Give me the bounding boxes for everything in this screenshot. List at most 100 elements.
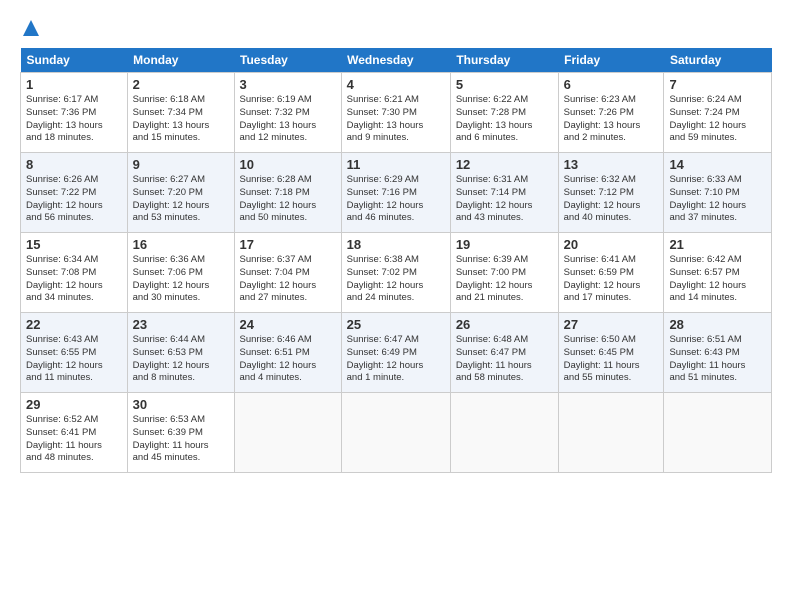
calendar-cell: 15 Sunrise: 6:34 AMSunset: 7:08 PMDayligh…: [21, 233, 128, 313]
calendar-cell: 4 Sunrise: 6:21 AMSunset: 7:30 PMDaylight…: [341, 73, 450, 153]
day-info: Sunrise: 6:27 AMSunset: 7:20 PMDaylight:…: [133, 174, 229, 225]
calendar-cell: 12Sunrise: 6:31 AMSunset: 7:14 PMDayligh…: [450, 153, 558, 233]
calendar-cell: 2 Sunrise: 6:18 AMSunset: 7:34 PMDaylight…: [127, 73, 234, 153]
calendar-cell: 3Sunrise: 6:19 AMSunset: 7:32 PMDaylight…: [234, 73, 341, 153]
calendar-cell: [450, 393, 558, 473]
day-info: Sunrise: 6:50 AMSunset: 6:45 PMDaylight:…: [564, 334, 659, 385]
calendar-header-saturday: Saturday: [664, 48, 772, 73]
day-info: Sunrise: 6:19 AMSunset: 7:32 PMDaylight:…: [240, 94, 336, 145]
calendar-week-2: 8 Sunrise: 6:26 AMSunset: 7:22 PMDaylight…: [21, 153, 772, 233]
page: SundayMondayTuesdayWednesdayThursdayFrid…: [0, 0, 792, 485]
day-number: 18: [347, 237, 445, 252]
day-number: 16: [133, 237, 229, 252]
calendar-cell: 1 Sunrise: 6:17 AMSunset: 7:36 PMDaylight…: [21, 73, 128, 153]
day-info: Sunrise: 6:23 AMSunset: 7:26 PMDaylight:…: [564, 94, 659, 145]
day-number: 14: [669, 157, 766, 172]
day-info: Sunrise: 6:41 AMSunset: 6:59 PMDaylight:…: [564, 254, 659, 305]
logo: [20, 18, 41, 38]
day-number: 5: [456, 77, 553, 92]
day-info: Sunrise: 6:37 AMSunset: 7:04 PMDaylight:…: [240, 254, 336, 305]
day-number: 19: [456, 237, 553, 252]
day-number: 10: [240, 157, 336, 172]
day-info: Sunrise: 6:53 AMSunset: 6:39 PMDaylight:…: [133, 414, 229, 465]
calendar-cell: 20 Sunrise: 6:41 AMSunset: 6:59 PMDayligh…: [558, 233, 664, 313]
day-number: 24: [240, 317, 336, 332]
day-number: 17: [240, 237, 336, 252]
calendar-header-monday: Monday: [127, 48, 234, 73]
calendar-cell: 28 Sunrise: 6:51 AMSunset: 6:43 PMDayligh…: [664, 313, 772, 393]
calendar-cell: 11 Sunrise: 6:29 AMSunset: 7:16 PMDayligh…: [341, 153, 450, 233]
day-number: 29: [26, 397, 122, 412]
calendar-cell: 22 Sunrise: 6:43 AMSunset: 6:55 PMDayligh…: [21, 313, 128, 393]
calendar-cell: 23 Sunrise: 6:44 AMSunset: 6:53 PMDayligh…: [127, 313, 234, 393]
day-info: Sunrise: 6:29 AMSunset: 7:16 PMDaylight:…: [347, 174, 445, 225]
calendar-cell: [341, 393, 450, 473]
day-info: Sunrise: 6:21 AMSunset: 7:30 PMDaylight:…: [347, 94, 445, 145]
calendar-cell: 18 Sunrise: 6:38 AMSunset: 7:02 PMDayligh…: [341, 233, 450, 313]
calendar-cell: [558, 393, 664, 473]
day-number: 21: [669, 237, 766, 252]
calendar-week-1: 1 Sunrise: 6:17 AMSunset: 7:36 PMDaylight…: [21, 73, 772, 153]
day-info: Sunrise: 6:32 AMSunset: 7:12 PMDaylight:…: [564, 174, 659, 225]
day-info: Sunrise: 6:44 AMSunset: 6:53 PMDaylight:…: [133, 334, 229, 385]
calendar-week-3: 15 Sunrise: 6:34 AMSunset: 7:08 PMDayligh…: [21, 233, 772, 313]
calendar-cell: 27Sunrise: 6:50 AMSunset: 6:45 PMDayligh…: [558, 313, 664, 393]
day-number: 30: [133, 397, 229, 412]
calendar-week-5: 29 Sunrise: 6:52 AMSunset: 6:41 PMDayligh…: [21, 393, 772, 473]
calendar-cell: 25Sunrise: 6:47 AMSunset: 6:49 PMDayligh…: [341, 313, 450, 393]
day-info: Sunrise: 6:26 AMSunset: 7:22 PMDaylight:…: [26, 174, 122, 225]
day-info: Sunrise: 6:52 AMSunset: 6:41 PMDaylight:…: [26, 414, 122, 465]
day-info: Sunrise: 6:33 AMSunset: 7:10 PMDaylight:…: [669, 174, 766, 225]
calendar-cell: 24Sunrise: 6:46 AMSunset: 6:51 PMDayligh…: [234, 313, 341, 393]
day-number: 13: [564, 157, 659, 172]
day-info: Sunrise: 6:38 AMSunset: 7:02 PMDaylight:…: [347, 254, 445, 305]
calendar-cell: 10 Sunrise: 6:28 AMSunset: 7:18 PMDayligh…: [234, 153, 341, 233]
day-number: 22: [26, 317, 122, 332]
day-info: Sunrise: 6:34 AMSunset: 7:08 PMDaylight:…: [26, 254, 122, 305]
calendar-cell: 19Sunrise: 6:39 AMSunset: 7:00 PMDayligh…: [450, 233, 558, 313]
day-info: Sunrise: 6:17 AMSunset: 7:36 PMDaylight:…: [26, 94, 122, 145]
day-info: Sunrise: 6:22 AMSunset: 7:28 PMDaylight:…: [456, 94, 553, 145]
calendar-cell: 5 Sunrise: 6:22 AMSunset: 7:28 PMDaylight…: [450, 73, 558, 153]
day-info: Sunrise: 6:42 AMSunset: 6:57 PMDaylight:…: [669, 254, 766, 305]
calendar-cell: 16 Sunrise: 6:36 AMSunset: 7:06 PMDayligh…: [127, 233, 234, 313]
day-number: 28: [669, 317, 766, 332]
day-number: 8: [26, 157, 122, 172]
day-number: 4: [347, 77, 445, 92]
day-number: 12: [456, 157, 553, 172]
day-info: Sunrise: 6:51 AMSunset: 6:43 PMDaylight:…: [669, 334, 766, 385]
day-number: 2: [133, 77, 229, 92]
day-number: 20: [564, 237, 659, 252]
calendar-cell: 26Sunrise: 6:48 AMSunset: 6:47 PMDayligh…: [450, 313, 558, 393]
logo-icon: [21, 18, 41, 38]
calendar-cell: 17 Sunrise: 6:37 AMSunset: 7:04 PMDayligh…: [234, 233, 341, 313]
calendar-header-row: SundayMondayTuesdayWednesdayThursdayFrid…: [21, 48, 772, 73]
day-info: Sunrise: 6:43 AMSunset: 6:55 PMDaylight:…: [26, 334, 122, 385]
calendar-cell: 21 Sunrise: 6:42 AMSunset: 6:57 PMDayligh…: [664, 233, 772, 313]
day-number: 11: [347, 157, 445, 172]
calendar-cell: 6 Sunrise: 6:23 AMSunset: 7:26 PMDaylight…: [558, 73, 664, 153]
calendar-cell: [234, 393, 341, 473]
day-number: 15: [26, 237, 122, 252]
day-info: Sunrise: 6:18 AMSunset: 7:34 PMDaylight:…: [133, 94, 229, 145]
calendar-cell: 14 Sunrise: 6:33 AMSunset: 7:10 PMDayligh…: [664, 153, 772, 233]
calendar-header-thursday: Thursday: [450, 48, 558, 73]
calendar-cell: 8 Sunrise: 6:26 AMSunset: 7:22 PMDaylight…: [21, 153, 128, 233]
calendar: SundayMondayTuesdayWednesdayThursdayFrid…: [20, 48, 772, 473]
calendar-cell: 7 Sunrise: 6:24 AMSunset: 7:24 PMDaylight…: [664, 73, 772, 153]
logo-area: [20, 18, 41, 38]
calendar-cell: 29 Sunrise: 6:52 AMSunset: 6:41 PMDayligh…: [21, 393, 128, 473]
day-number: 1: [26, 77, 122, 92]
calendar-cell: 30 Sunrise: 6:53 AMSunset: 6:39 PMDayligh…: [127, 393, 234, 473]
day-number: 6: [564, 77, 659, 92]
day-info: Sunrise: 6:28 AMSunset: 7:18 PMDaylight:…: [240, 174, 336, 225]
day-info: Sunrise: 6:24 AMSunset: 7:24 PMDaylight:…: [669, 94, 766, 145]
day-info: Sunrise: 6:36 AMSunset: 7:06 PMDaylight:…: [133, 254, 229, 305]
day-info: Sunrise: 6:47 AMSunset: 6:49 PMDaylight:…: [347, 334, 445, 385]
calendar-cell: 13 Sunrise: 6:32 AMSunset: 7:12 PMDayligh…: [558, 153, 664, 233]
calendar-header-sunday: Sunday: [21, 48, 128, 73]
day-number: 23: [133, 317, 229, 332]
header: [20, 18, 772, 38]
day-number: 7: [669, 77, 766, 92]
calendar-week-4: 22 Sunrise: 6:43 AMSunset: 6:55 PMDayligh…: [21, 313, 772, 393]
